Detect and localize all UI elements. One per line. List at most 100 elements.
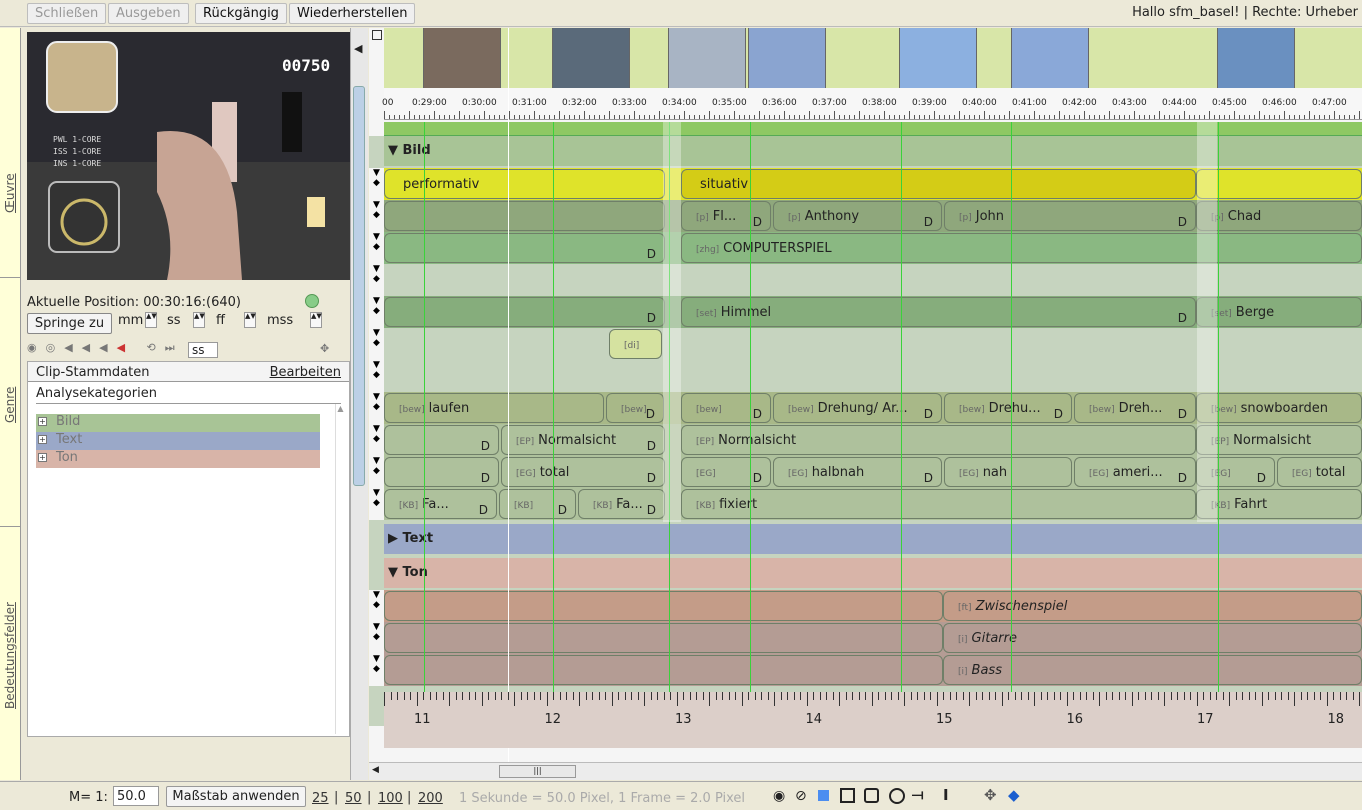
tab-genre[interactable]: Genre bbox=[0, 278, 21, 527]
annotation-segment[interactable]: [EG] nah bbox=[944, 457, 1072, 487]
move-icon[interactable]: ✥ bbox=[984, 786, 997, 804]
left-panel-scrollbar[interactable]: ◀ bbox=[350, 28, 368, 780]
annotation-segment[interactable]: [ft] Zwischenspiel bbox=[943, 591, 1362, 621]
expand-icon[interactable]: + bbox=[38, 453, 47, 462]
track-controls[interactable]: ▼ ◆ bbox=[369, 488, 384, 520]
scale-200-link[interactable]: 200 bbox=[418, 791, 443, 806]
square-icon[interactable] bbox=[840, 788, 855, 803]
annotation-segment[interactable]: D bbox=[384, 457, 499, 487]
close-button[interactable]: Schließen bbox=[27, 3, 107, 24]
annotation-segment[interactable]: [KB] Fa... D bbox=[384, 489, 497, 519]
annotation-segment[interactable]: [bew] Dreh... D bbox=[1074, 393, 1196, 423]
annotation-segment[interactable]: [i] Gitarre bbox=[943, 623, 1362, 653]
annotation-segment[interactable]: [EG] D bbox=[1196, 457, 1275, 487]
collapse-left-icon[interactable]: ◀ bbox=[354, 42, 362, 55]
annotation-segment[interactable]: [zhg] COMPUTERSPIEL bbox=[681, 233, 1362, 263]
thumbnail-4[interactable] bbox=[748, 28, 826, 88]
annotation-segment[interactable]: [bew] D bbox=[606, 393, 664, 423]
thumbnail-2[interactable] bbox=[552, 28, 630, 88]
playback-controls[interactable]: ◉◎◀◀◀◀ ⟲⏭ bbox=[27, 341, 184, 355]
track-controls[interactable]: ▼ ◆ bbox=[369, 456, 384, 488]
annotation-segment[interactable]: [EG] total bbox=[1277, 457, 1362, 487]
annotation-segment[interactable]: [p] Anthony D bbox=[773, 201, 942, 231]
annotation-segment[interactable]: D bbox=[384, 233, 665, 263]
vertical-line-icon[interactable]: I bbox=[943, 786, 949, 804]
ss-field[interactable]: ss bbox=[167, 313, 181, 328]
track-controls[interactable]: ▼ ◆ bbox=[369, 296, 384, 328]
category-bild[interactable]: Bild + bbox=[36, 414, 320, 432]
hscroll-thumb[interactable]: ||| bbox=[499, 765, 576, 778]
annotation-segment[interactable] bbox=[384, 591, 943, 621]
annotation-segment[interactable]: [EP] Normalsicht D bbox=[501, 425, 665, 455]
annotation-segment[interactable]: [bew] Drehu... D bbox=[944, 393, 1072, 423]
expand-icon[interactable]: + bbox=[38, 417, 47, 426]
annotation-segment[interactable]: [EG] D bbox=[681, 457, 771, 487]
annotation-segment[interactable]: [di] bbox=[609, 329, 662, 359]
group-text[interactable]: ▶ Text bbox=[384, 524, 1362, 554]
thumbnail-1[interactable] bbox=[423, 28, 501, 88]
annotation-segment[interactable] bbox=[384, 201, 665, 231]
ss-stepper[interactable]: ▲▼ bbox=[193, 312, 205, 328]
expand-icon[interactable]: ✥ bbox=[320, 342, 329, 355]
track-controls[interactable]: ▼ ◆ bbox=[369, 264, 384, 296]
info-icon[interactable]: ◆ bbox=[1008, 786, 1020, 804]
annotation-segment[interactable] bbox=[1196, 169, 1362, 199]
annotation-segment[interactable]: [EG] ameri... D bbox=[1074, 457, 1196, 487]
annotation-segment[interactable]: [EP] Normalsicht bbox=[681, 425, 1196, 455]
annotation-segment[interactable]: [KB] Fa... D bbox=[578, 489, 665, 519]
refresh-icon[interactable] bbox=[305, 294, 319, 308]
video-player[interactable]: PWL 1-CORE ISS 1-CORE INS 1-CORE 00750 bbox=[27, 32, 350, 280]
rounded-rect-icon[interactable] bbox=[864, 788, 879, 803]
annotation-segment[interactable]: [EP] Normalsicht bbox=[1196, 425, 1362, 455]
annotation-segment[interactable]: [set] Berge bbox=[1196, 297, 1362, 327]
thumbnail-3[interactable] bbox=[668, 28, 746, 88]
annotation-segment[interactable]: [p] Chad bbox=[1196, 201, 1362, 231]
annotation-segment[interactable]: D bbox=[384, 297, 665, 327]
mss-stepper[interactable]: ▲▼ bbox=[310, 312, 322, 328]
track-controls[interactable]: ▼ ◆ bbox=[369, 590, 384, 622]
annotation-segment[interactable]: [KB] Fahrt bbox=[1196, 489, 1362, 519]
track-controls[interactable]: ▼ ◆ bbox=[369, 200, 384, 232]
apply-scale-button[interactable]: Maßstab anwenden bbox=[166, 786, 306, 807]
output-button[interactable]: Ausgeben bbox=[108, 3, 189, 24]
annotation-segment[interactable]: D bbox=[384, 425, 499, 455]
annotation-segment[interactable]: situativ bbox=[681, 169, 1196, 199]
scrollbar-thumb[interactable] bbox=[353, 86, 365, 486]
circle-icon[interactable] bbox=[889, 788, 905, 804]
line-icon[interactable]: ⟞ bbox=[912, 787, 924, 803]
fill-icon[interactable] bbox=[818, 790, 829, 801]
mm-stepper[interactable]: ▲▼ bbox=[145, 312, 157, 328]
track-controls[interactable]: ▼ ◆ bbox=[369, 424, 384, 456]
track-controls[interactable]: ▼ ◆ bbox=[369, 654, 384, 686]
track-controls[interactable]: ▼ ◆ bbox=[369, 328, 384, 360]
eye-icon[interactable]: ◉ bbox=[773, 788, 785, 804]
track-controls[interactable]: ▼ ◆ bbox=[369, 168, 384, 200]
category-ton[interactable]: Ton + bbox=[36, 450, 320, 468]
mss-field[interactable]: mss bbox=[267, 313, 293, 328]
undo-button[interactable]: Rückgängig bbox=[195, 3, 287, 24]
scale-input[interactable]: 50.0 bbox=[113, 786, 159, 806]
horizontal-scrollbar[interactable]: ||| ◀ bbox=[369, 762, 1362, 780]
annotation-segment[interactable]: [bew] D bbox=[681, 393, 771, 423]
annotation-segment[interactable] bbox=[384, 655, 943, 685]
category-scrollbar[interactable]: ▲ bbox=[335, 404, 345, 734]
track-controls[interactable]: ▼ ◆ bbox=[369, 622, 384, 654]
group-ton[interactable]: ▼ Ton bbox=[384, 558, 1362, 588]
ss-input[interactable]: ss bbox=[188, 342, 218, 358]
annotation-segment[interactable]: [bew] snowboarden bbox=[1196, 393, 1362, 423]
annotation-segment[interactable]: [p] Fl... D bbox=[681, 201, 771, 231]
track-controls[interactable]: ▼ ◆ bbox=[369, 360, 384, 392]
thumbnail-6[interactable] bbox=[1011, 28, 1089, 88]
redo-button[interactable]: Wiederherstellen bbox=[289, 3, 416, 24]
scale-100-link[interactable]: 100 bbox=[378, 791, 403, 806]
annotation-segment[interactable]: [KB] fixiert bbox=[681, 489, 1196, 519]
annotation-segment[interactable] bbox=[384, 623, 943, 653]
group-bild[interactable]: ▼ Bild bbox=[384, 136, 1362, 166]
track-controls[interactable]: ▼ ◆ bbox=[369, 392, 384, 424]
annotation-segment[interactable]: [i] Bass bbox=[943, 655, 1362, 685]
ff-field[interactable]: ff bbox=[216, 313, 225, 328]
scroll-left-icon[interactable]: ◀ bbox=[372, 765, 379, 775]
category-text[interactable]: Text + bbox=[36, 432, 320, 450]
marker-bar[interactable] bbox=[384, 122, 1362, 136]
jump-to-button[interactable]: Springe zu bbox=[27, 313, 112, 334]
